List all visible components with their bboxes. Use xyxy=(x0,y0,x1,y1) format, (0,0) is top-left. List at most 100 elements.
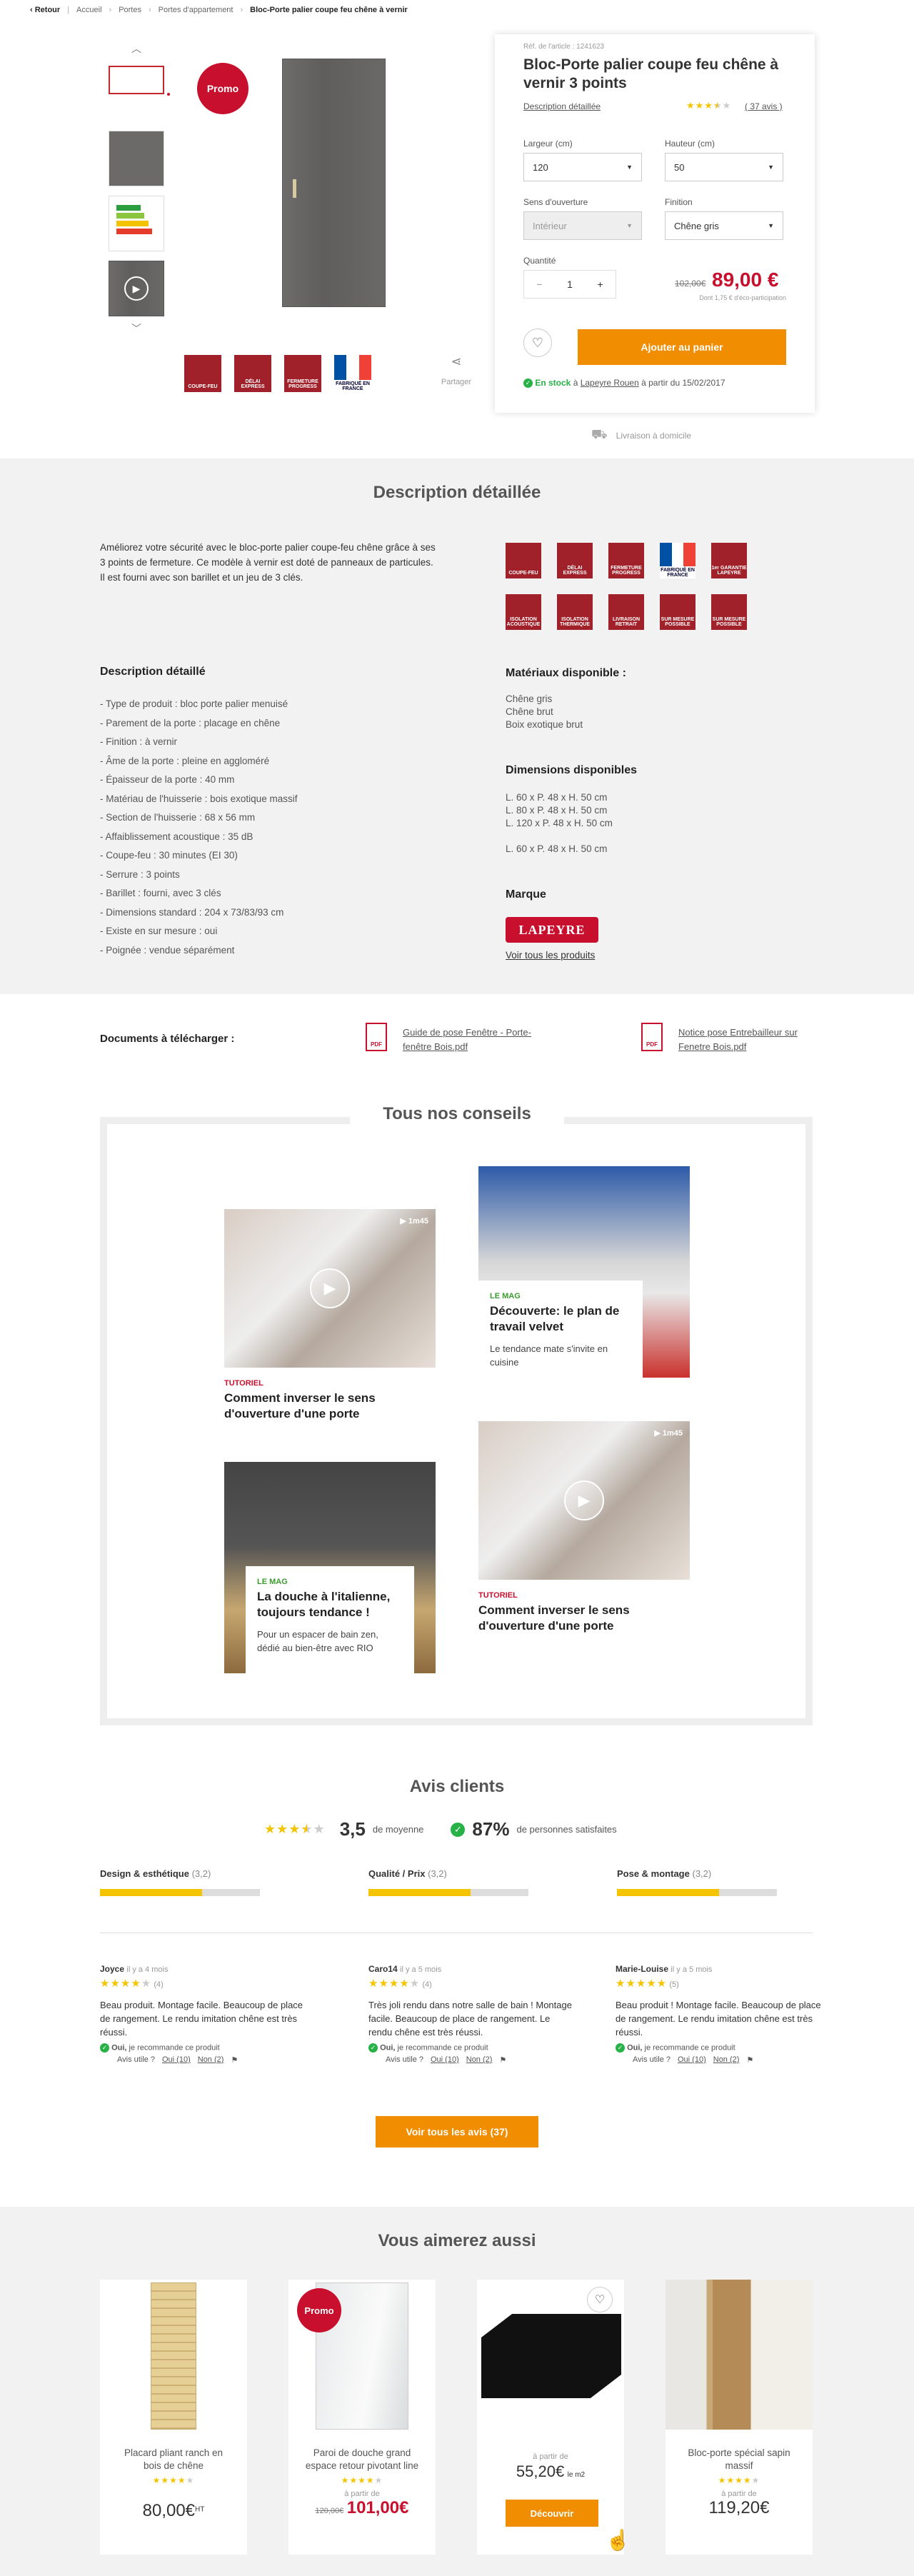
flag-icon[interactable]: ⚑ xyxy=(746,2055,753,2065)
review-3: Marie-Louise il y a 5 mois ★★★★★ (5) Bea… xyxy=(616,1964,823,2065)
useful-no[interactable]: Non (2) xyxy=(198,2055,224,2065)
sens-select[interactable]: Intérieur ▼ xyxy=(523,211,642,240)
card-image: ▶ 1m45 ▶ xyxy=(224,1209,436,1368)
useful-no[interactable]: Non (2) xyxy=(713,2055,740,2065)
price-from: à partir de xyxy=(533,2452,568,2461)
conseil-card-2[interactable]: LE MAG Découverte: le plan de travail ve… xyxy=(478,1166,690,1378)
review-1: Joyce il y a 4 mois ★★★★★ (4) Beau produ… xyxy=(100,1964,307,2065)
flag-icon[interactable]: ⚑ xyxy=(231,2055,238,2065)
related-product-1[interactable]: Placard pliant ranch en bois de chêne ★★… xyxy=(100,2280,247,2555)
related-product-3[interactable]: ♡ à partir de 55,20€ le m2 Découvrir ☝ xyxy=(477,2280,631,2555)
related-product-2[interactable]: Promo Paroi de douche grand espace retou… xyxy=(288,2280,436,2555)
hauteur-select[interactable]: 50 ▼ xyxy=(665,153,783,181)
useful-yes[interactable]: Oui (10) xyxy=(431,2055,459,2065)
description-link[interactable]: Description détaillée xyxy=(523,101,601,111)
chevron-down-icon: ▼ xyxy=(768,222,774,229)
finition-select[interactable]: Chêne gris ▼ xyxy=(665,211,783,240)
brand-products-link[interactable]: Voir tous les produits xyxy=(506,950,595,961)
breadcrumb-item[interactable]: Portes d'appartement xyxy=(159,6,233,14)
product-price: 101,00€ xyxy=(346,2498,409,2517)
stock-a: à xyxy=(571,378,581,388)
wishlist-button[interactable]: ♡ xyxy=(587,2287,613,2312)
heart-icon: ♡ xyxy=(531,335,544,350)
quantity-stepper[interactable]: − 1 + xyxy=(523,270,616,299)
useful-yes[interactable]: Oui (10) xyxy=(678,2055,706,2065)
document-link-1[interactable]: Guide de pose Fenêtre - Porte-fenêtre Bo… xyxy=(403,1026,531,1054)
play-icon[interactable]: ▶ xyxy=(310,1268,350,1308)
criterion-bar-fill xyxy=(100,1889,203,1896)
useful-no[interactable]: Non (2) xyxy=(466,2055,493,2065)
add-to-cart-button[interactable]: Ajouter au panier xyxy=(578,329,786,365)
feature-sur-mesure-2: SUR MESURE POSSIBLE xyxy=(711,594,747,630)
discover-button[interactable]: Découvrir xyxy=(506,2500,598,2527)
check-icon: ✓ xyxy=(100,2043,109,2053)
thumbnail-4-video[interactable]: ▶ xyxy=(109,261,164,316)
largeur-value: 120 xyxy=(533,161,548,173)
reviewer-name: Joyce xyxy=(100,1964,125,1974)
quantity-plus[interactable]: + xyxy=(598,279,603,290)
quantity-value[interactable]: 1 xyxy=(567,279,573,290)
quantity-minus[interactable]: − xyxy=(536,279,542,290)
criterion-score: (3,2) xyxy=(428,1868,447,1879)
criterion-1: Design & esthétique (3,2) xyxy=(100,1868,260,1896)
feature-france-text: FABRIQUÉ EN FRANCE xyxy=(660,566,695,578)
review-date: il y a 5 mois xyxy=(671,1965,713,1974)
recommend-yes: Oui, xyxy=(627,2043,643,2053)
badge-delai-express: DÉLAI EXPRESS xyxy=(234,355,271,392)
all-reviews-button[interactable]: Voir tous les avis (37) xyxy=(376,2116,538,2147)
reviews-title: Avis clients xyxy=(409,1777,505,1796)
wishlist-button[interactable]: ♡ xyxy=(523,329,552,357)
review-count: (4) xyxy=(422,1980,432,1989)
breadcrumb-item[interactable]: Portes xyxy=(119,6,141,14)
review-2: Caro14 il y a 5 mois ★★★★★ (4) Très joli… xyxy=(368,1964,576,2065)
hauteur-value: 50 xyxy=(674,161,685,173)
conseil-card-4[interactable]: ▶ 1m45 ▶ TUTORIEL Comment inverser le se… xyxy=(478,1421,690,1634)
share-button[interactable]: ⋖ Partager xyxy=(431,354,481,386)
chevron-down-icon: ▼ xyxy=(626,164,633,171)
thumbnail-3-energy-label[interactable] xyxy=(109,196,164,251)
useful-yes[interactable]: Oui (10) xyxy=(162,2055,191,2065)
breadcrumb: ‹ Retour | Accueil › Portes › Portes d'a… xyxy=(30,4,408,16)
conseil-card-3[interactable]: LE MAG La douche à l'italienne, toujours… xyxy=(224,1462,436,1673)
product-main-image[interactable] xyxy=(282,59,386,307)
play-icon[interactable]: ▶ xyxy=(564,1480,604,1520)
rating-stars: ★★★★★★ xyxy=(686,100,732,111)
document-link-2[interactable]: Notice pose Entrebailleur sur Fenetre Bo… xyxy=(678,1026,814,1054)
pdf-icon: PDF xyxy=(366,1023,387,1051)
thumb-down-arrow[interactable]: ﹀ xyxy=(131,321,141,336)
product-stars: ★★★★★ xyxy=(341,2475,383,2485)
largeur-select[interactable]: 120 ▼ xyxy=(523,153,642,181)
thumbnail-2[interactable] xyxy=(109,131,164,186)
share-label: Partager xyxy=(441,378,472,386)
spec-list-title: Description détaillé xyxy=(100,666,206,678)
share-icon: ⋖ xyxy=(451,354,462,369)
video-icon: ▶ xyxy=(400,1217,408,1226)
reviewer-name: Caro14 xyxy=(368,1964,398,1974)
hauteur-label: Hauteur (cm) xyxy=(665,139,715,149)
stock-store-link[interactable]: Lapeyre Rouen xyxy=(581,378,639,388)
chevron-right-icon: › xyxy=(109,6,112,14)
largeur-label: Largeur (cm) xyxy=(523,139,573,149)
review-text: Beau produit ! Montage facile. Beaucoup … xyxy=(616,2000,821,2038)
badge-fermeture: FERMETURE PROGRESS xyxy=(284,355,321,392)
breadcrumb-item[interactable]: Accueil xyxy=(76,6,101,14)
card-tag: LE MAG xyxy=(490,1292,521,1300)
thumbnail-1[interactable] xyxy=(109,66,164,94)
flag-icon[interactable]: ⚑ xyxy=(499,2055,506,2065)
review-date: il y a 4 mois xyxy=(126,1965,169,1974)
criterion-bar xyxy=(100,1889,260,1896)
dimension-item: L. 80 x P. 48 x H. 50 cm xyxy=(506,805,608,816)
criterion-2: Qualité / Prix (3,2) xyxy=(368,1868,528,1896)
card-title: Comment inverser le sens d'ouverture d'u… xyxy=(478,1603,630,1633)
materials-list: Chêne gris Chêne brut Boix exotique brut xyxy=(506,693,583,731)
back-link[interactable]: ‹ Retour xyxy=(30,6,60,14)
related-product-4[interactable]: Bloc-porte spécial sapin massif ★★★★★ à … xyxy=(666,2280,813,2555)
thumb-up-arrow[interactable]: ︿ xyxy=(131,41,141,56)
conseil-card-1[interactable]: ▶ 1m45 ▶ TUTORIEL Comment inverser le se… xyxy=(224,1209,436,1422)
price-from: à partir de xyxy=(721,2490,757,2498)
reviews-link[interactable]: ( 37 avis ) xyxy=(745,101,783,111)
spec-item: - Affaiblissement acoustique : 35 dB xyxy=(100,831,253,842)
check-icon: ✓ xyxy=(368,2043,378,2053)
spec-item: - Dimensions standard : 204 x 73/83/93 c… xyxy=(100,906,284,918)
price: 89,00 € xyxy=(712,269,779,291)
